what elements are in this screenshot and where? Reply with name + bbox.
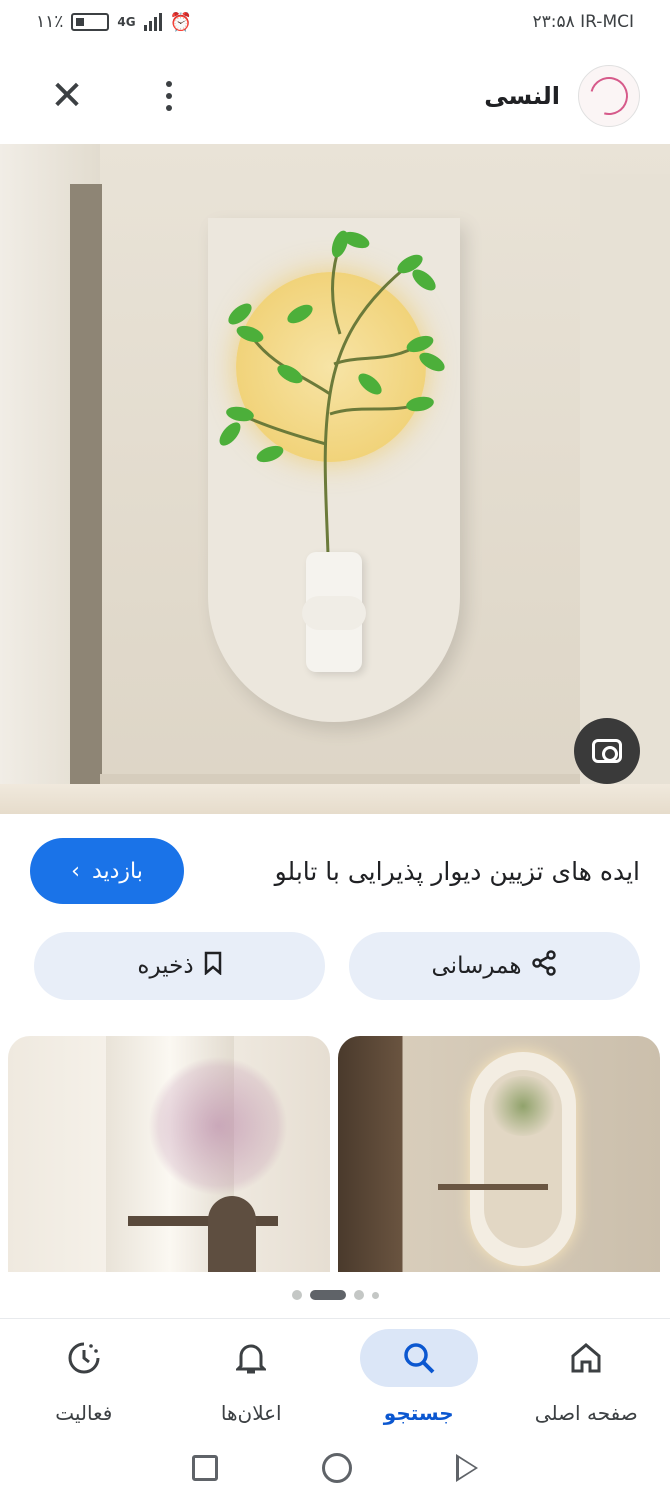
related-image[interactable] <box>338 1036 660 1272</box>
bell-icon <box>192 1329 310 1387</box>
nav-label: جستجو <box>383 1401 454 1425</box>
top-left-actions: ✕ <box>40 69 184 123</box>
hero-vase <box>302 552 366 672</box>
system-nav-bar <box>0 1436 670 1500</box>
share-icon <box>531 950 557 982</box>
nav-home[interactable]: صفحه اصلی <box>506 1329 666 1425</box>
activity-icon <box>25 1329 143 1387</box>
carousel-dot <box>291 1290 302 1300</box>
nav-label: فعالیت <box>55 1401 113 1425</box>
visit-button[interactable]: ‹ بازدید <box>30 838 184 904</box>
lens-button[interactable] <box>574 718 640 784</box>
hero-plant-illustration <box>219 230 445 555</box>
result-title: ایده های تزیین دیوار پذیرایی با تابلو <box>274 856 640 886</box>
nav-search[interactable]: جستجو <box>339 1329 499 1425</box>
close-icon: ✕ <box>50 73 84 119</box>
bookmark-icon <box>204 951 222 981</box>
alarm-icon: ⏰ <box>169 11 193 33</box>
site-info[interactable]: النسی <box>484 65 640 127</box>
lens-icon <box>592 739 622 763</box>
nav-label: اعلان‌ها <box>220 1401 282 1425</box>
related-vase <box>208 1196 256 1272</box>
more-options-button[interactable] <box>154 69 184 123</box>
related-images <box>8 1036 670 1272</box>
carousel-indicator <box>0 1290 670 1300</box>
more-dot <box>166 93 172 99</box>
nav-notifications[interactable]: اعلان‌ها <box>171 1329 331 1425</box>
top-bar: ✕ النسی <box>0 56 670 136</box>
back-button[interactable] <box>456 1454 478 1482</box>
search-icon <box>359 1329 478 1387</box>
chevron-left-icon: ‹ <box>71 858 80 884</box>
close-button[interactable]: ✕ <box>40 69 94 123</box>
battery-icon <box>71 13 110 31</box>
home-button[interactable] <box>322 1453 352 1483</box>
action-row: ذخیره همرسانی <box>34 932 640 1000</box>
carousel-dot <box>353 1290 364 1300</box>
network-type: 4G <box>117 15 136 29</box>
save-button[interactable]: ذخیره <box>34 932 325 1000</box>
share-label: همرسانی <box>431 953 522 979</box>
carousel-dot-active <box>309 1290 346 1300</box>
battery-percent: ۱۱٪ <box>36 12 64 32</box>
related-image[interactable] <box>8 1036 330 1272</box>
save-label: ذخیره <box>137 953 194 979</box>
nav-activity[interactable]: فعالیت <box>4 1329 164 1425</box>
carousel-dot <box>371 1291 379 1299</box>
result-title-row: ‹ بازدید ایده های تزیین دیوار پذیرایی با… <box>0 834 670 908</box>
nav-label: صفحه اصلی <box>534 1401 638 1425</box>
related-blossom <box>148 1056 288 1196</box>
status-left: ۱۱٪ 4G ⏰ <box>36 12 192 33</box>
share-button[interactable]: همرسانی <box>349 932 640 1000</box>
related-tree <box>488 1076 558 1136</box>
visit-label: بازدید <box>91 858 143 884</box>
site-name: النسی <box>484 82 560 110</box>
bottom-nav: فعالیت اعلان‌ها جستجو صفحه اصلی <box>0 1318 670 1436</box>
home-icon <box>527 1329 645 1387</box>
related-shelf <box>438 1184 548 1190</box>
more-dot <box>166 105 172 111</box>
time-carrier: ۲۳:۵۸ IR-MCI <box>532 12 634 32</box>
hero-door-frame <box>70 184 102 784</box>
recent-apps-button[interactable] <box>192 1455 218 1481</box>
signal-icon <box>143 13 162 31</box>
hero-wall-right <box>580 174 670 794</box>
result-image[interactable] <box>0 144 670 814</box>
status-bar: ۱۱٪ 4G ⏰ ۲۳:۵۸ IR-MCI <box>0 0 670 44</box>
more-vert-icon <box>166 81 172 87</box>
hero-floor <box>0 784 670 814</box>
site-logo <box>578 65 640 127</box>
